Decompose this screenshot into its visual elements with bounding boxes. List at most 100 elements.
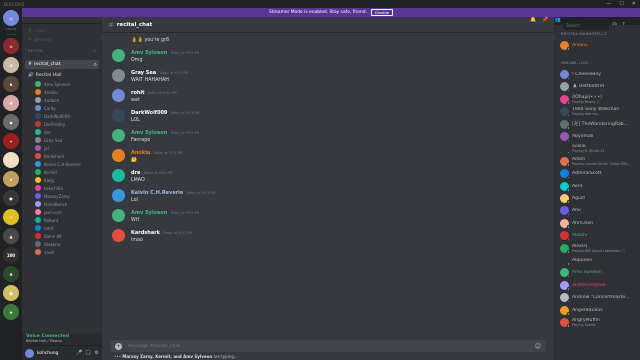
voice-member[interactable]: dre	[25, 128, 99, 136]
message-author[interactable]: dre	[131, 170, 140, 176]
voice-member[interactable]: jai	[25, 144, 99, 152]
member-item[interactable]: //Ohapi(•ㅅ•) Playing Pinano 🎵	[558, 93, 636, 105]
voice-member[interactable]: Stekono	[25, 240, 99, 248]
voice-member[interactable]: Kelvin C.H.Reverie	[25, 160, 99, 168]
member-item[interactable]: Abyomali	[558, 130, 636, 143]
voice-member[interactable]: Slenn 89	[25, 232, 99, 240]
minimize-button[interactable]: —	[606, 1, 611, 7]
channel-rules[interactable]: # rules	[25, 27, 99, 36]
message-author[interactable]: Amv Sylveon	[131, 50, 167, 56]
channel-recital-chat[interactable]: # recital_chat ⚙	[25, 60, 99, 69]
avatar[interactable]	[112, 189, 125, 202]
avatar[interactable]	[112, 109, 125, 122]
message-author[interactable]: Kardshark	[131, 230, 160, 236]
member-item[interactable]: [卍] TheWanderingRab...	[558, 118, 636, 130]
server-icon[interactable]: ✦	[3, 133, 19, 149]
member-item[interactable]: Alex01 Playing WiFi Sound Laboratory 🎵	[558, 242, 636, 254]
server-icon[interactable]: ◆	[3, 114, 19, 130]
member-item[interactable]: acello Playing FL Studio 11	[558, 143, 636, 155]
avatar[interactable]	[112, 149, 125, 162]
member-item[interactable]: Agust	[558, 192, 636, 204]
voice-member[interactable]: PianoBench	[25, 200, 99, 208]
message-author[interactable]: Kelvin C.H.Reverie	[131, 190, 183, 196]
message-author[interactable]: Anokiu	[131, 150, 150, 156]
voice-location[interactable]: Recital Hall / Pinano	[26, 339, 98, 343]
avatar[interactable]	[112, 129, 125, 142]
member-item[interactable]: Adam Playing Counter-Strike: Global Offe.…	[558, 155, 636, 167]
gear-icon[interactable]: ⚙	[95, 350, 99, 356]
voice-channel-recital-hall[interactable]: 🔊 Recital Hall	[25, 71, 99, 80]
member-item[interactable]: Alquinen	[558, 254, 636, 266]
notification-bell-icon[interactable]: 🔔	[530, 17, 536, 23]
member-item[interactable]: AngeredZeus	[558, 304, 636, 316]
member-item[interactable]: Amv Sylveon	[558, 267, 636, 279]
avatar[interactable]	[112, 169, 125, 182]
voice-member[interactable]: Amv Sylveon	[25, 80, 99, 88]
member-item[interactable]: AhriChen	[558, 217, 636, 229]
avatar[interactable]	[25, 348, 34, 358]
voice-member[interactable]: Audace	[25, 96, 99, 104]
voice-member[interactable]: Kermit	[25, 168, 99, 176]
voice-member[interactable]: Kardshark	[25, 152, 99, 160]
server-icon[interactable]: ✿	[3, 57, 19, 73]
server-icon[interactable]: ☺	[3, 152, 19, 168]
members-icon[interactable]: 👥	[554, 17, 560, 23]
server-icon[interactable]: ♥	[3, 95, 19, 111]
server-icon[interactable]: ⚡	[3, 209, 19, 225]
message-author[interactable]: Amv Sylveon	[131, 210, 167, 216]
server-icon[interactable]: ●	[3, 190, 19, 206]
member-item[interactable]: 1984 Sony Walkman Playing with my...	[558, 106, 636, 118]
member-item[interactable]: andrecompara	[558, 279, 636, 291]
member-item[interactable]: Akashi	[558, 229, 636, 242]
server-icon[interactable]: ♠	[3, 304, 19, 320]
server-icon[interactable]: ♣	[3, 266, 19, 282]
message-author[interactable]: Gray Sea	[131, 70, 156, 76]
voice-member[interactable]: kokichi0n	[25, 184, 99, 192]
voice-member[interactable]: Rebunt	[25, 216, 99, 224]
voice-member[interactable]: Kleig	[25, 176, 99, 184]
message-author[interactable]: DarkWolf009	[131, 110, 167, 116]
mic-icon[interactable]: 🎤	[76, 350, 82, 356]
voice-member[interactable]: rohit	[25, 224, 99, 232]
member-item[interactable]: AdmiralScott	[558, 168, 636, 180]
avatar[interactable]	[112, 49, 125, 62]
upload-button[interactable]: +	[115, 342, 122, 350]
server-icon[interactable]: ▲	[3, 228, 19, 244]
member-item[interactable]: Aero	[558, 180, 636, 192]
avatar[interactable]	[112, 209, 125, 222]
search-input[interactable]: Search	[563, 22, 609, 30]
voice-member[interactable]: purr.com	[25, 208, 99, 216]
member-item[interactable]: 🙏🏼 Bettbetfret	[558, 81, 636, 93]
member-item[interactable]: AngryMuffin Playing Spotify	[558, 316, 636, 328]
headphones-icon[interactable]: 🎧	[85, 350, 91, 356]
voice-member[interactable]: MarasyZarsy	[25, 192, 99, 200]
emoji-icon[interactable]: ☺	[535, 343, 541, 350]
home-button[interactable]: ◎	[3, 10, 19, 26]
voice-member[interactable]: DarkWolf009	[25, 112, 99, 120]
voice-member[interactable]: Gray Sea	[25, 136, 99, 144]
avatar[interactable]	[112, 69, 125, 82]
member-item[interactable]: ! CheeseBoy	[558, 68, 636, 81]
server-icon[interactable]: ♞	[3, 76, 19, 92]
member-item[interactable]: Anokiu	[558, 39, 636, 51]
message-author[interactable]: rohit	[131, 90, 145, 96]
disable-button[interactable]: Disable	[370, 9, 394, 16]
member-item[interactable]: Ahir	[558, 205, 636, 217]
message-author[interactable]: Amv Sylveon	[131, 130, 167, 136]
channel-general[interactable]: # general	[25, 36, 99, 45]
server-icon[interactable]: ☠	[3, 38, 19, 54]
close-button[interactable]: ✕	[632, 1, 636, 7]
server-icon[interactable]: ⬟	[3, 285, 19, 301]
avatar[interactable]	[112, 229, 125, 242]
message-input[interactable]	[128, 343, 529, 349]
voice-member[interactable]: vault	[25, 248, 99, 256]
voice-member[interactable]: Cordy	[25, 104, 99, 112]
server-icon[interactable]: 100	[3, 247, 19, 263]
voice-member[interactable]: Anokiu	[25, 88, 99, 96]
avatar[interactable]	[112, 89, 125, 102]
invite-icon[interactable]: ⚙	[93, 62, 99, 67]
category-recital[interactable]: RECITAL +	[28, 48, 99, 53]
server-icon[interactable]: ★	[3, 171, 19, 187]
member-item[interactable]: Andrew "Concertmaste...	[558, 291, 636, 304]
pin-icon[interactable]: 📌	[542, 17, 548, 23]
